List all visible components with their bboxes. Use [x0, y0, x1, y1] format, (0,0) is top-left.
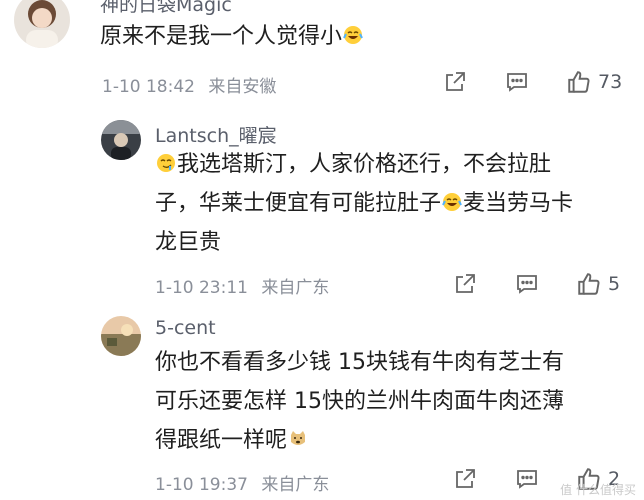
comment-time: 1-10 19:37	[155, 475, 248, 495]
comment-meta: 1-10 23:11 来自广东	[155, 273, 329, 298]
comment-meta: 1-10 18:42 来自安徽	[102, 72, 276, 97]
like-button[interactable]: 73	[566, 69, 622, 95]
watermark: 值 什么值得买	[560, 483, 636, 497]
doge-emoji-icon	[291, 431, 306, 445]
avatar[interactable]	[101, 316, 141, 356]
comment-icon[interactable]	[514, 466, 540, 492]
share-icon[interactable]	[442, 69, 468, 95]
avatar[interactable]	[101, 120, 141, 160]
comment-username[interactable]: Lantsch_曜宸	[155, 121, 277, 148]
comment-username[interactable]: 神的日袋Magic	[100, 0, 232, 17]
thumb-up-icon	[568, 71, 590, 93]
comment-actions: 73	[442, 69, 622, 95]
like-count: 5	[608, 273, 621, 295]
comment-text-line: 你也不看看多少钱 15块钱有牛肉有芝士有	[155, 350, 564, 375]
crying-laugh-emoji-icon	[343, 26, 363, 44]
like-button[interactable]: 5	[576, 271, 620, 297]
comment-text-line: 原来不是我一个人觉得小	[100, 24, 343, 49]
comment-text: 我选塔斯汀，人家价格还行，不会拉肚 子，华莱士便宜有可能拉肚子 麦当劳马卡 龙巨贵	[155, 145, 573, 262]
comment-actions: 5	[452, 271, 620, 297]
comment-text-line: 子，华莱士便宜有可能拉肚子	[155, 191, 442, 216]
comment-username[interactable]: 5-cent	[155, 317, 216, 339]
comment-time: 1-10 23:11	[155, 278, 248, 298]
comment-item-1: 神的日袋Magic 原来不是我一个人觉得小 1-10 18:42 来自安徽 73	[0, 0, 644, 100]
comment-text-line: 龙巨贵	[155, 230, 222, 255]
comment-text-line: 我选塔斯汀，人家价格还行，不会拉肚	[177, 152, 552, 177]
comment-text-line: 麦当劳马卡	[463, 191, 574, 216]
comment-text: 你也不看看多少钱 15块钱有牛肉有芝士有 可乐还要怎样 15快的兰州牛肉面牛肉还…	[155, 343, 564, 460]
thumb-up-icon	[578, 273, 600, 295]
comment-location: 来自广东	[261, 278, 330, 298]
comment-icon[interactable]	[504, 69, 530, 95]
comment-text: 原来不是我一个人觉得小	[100, 17, 364, 56]
comment-location: 来自安徽	[208, 77, 277, 97]
comment-meta: 1-10 19:37 来自广东	[155, 470, 329, 495]
comment-text-line: 得跟纸一样呢	[155, 428, 288, 453]
comment-item-2: Lantsch_曜宸 我选塔斯汀，人家价格还行，不会拉肚 子，华莱士便宜有可能拉…	[0, 112, 644, 302]
drooling-emoji-icon	[157, 154, 175, 172]
comment-time: 1-10 18:42	[102, 77, 195, 97]
like-count: 73	[598, 71, 623, 93]
crying-laugh-emoji-icon	[442, 193, 462, 211]
comment-item-3: 5-cent 你也不看看多少钱 15块钱有牛肉有芝士有 可乐还要怎样 15快的兰…	[0, 310, 644, 500]
comment-location: 来自广东	[261, 475, 330, 495]
comment-text-line: 可乐还要怎样 15快的兰州牛肉面牛肉还薄	[155, 389, 564, 414]
avatar[interactable]	[14, 0, 70, 48]
comment-icon[interactable]	[514, 271, 540, 297]
share-icon[interactable]	[452, 271, 478, 297]
share-icon[interactable]	[452, 466, 478, 492]
